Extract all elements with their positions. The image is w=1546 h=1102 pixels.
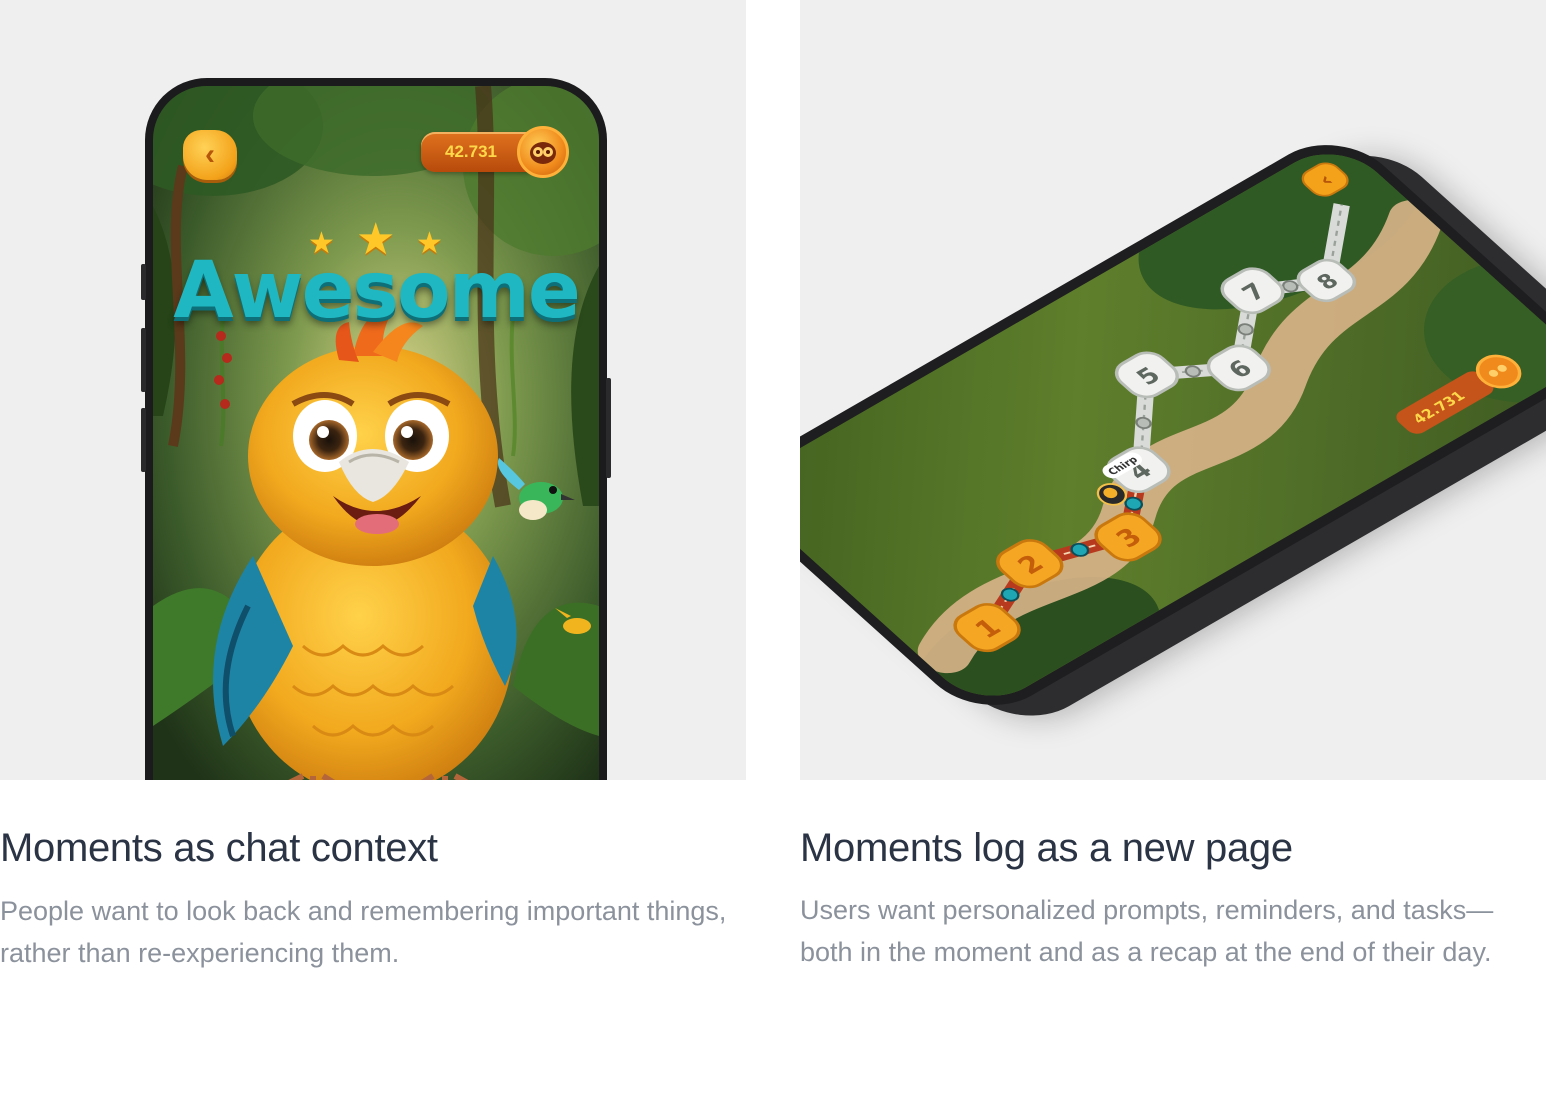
jungle-background [153,86,599,780]
power-button [606,378,611,478]
right-image-panel: 1 2 3 4 5 6 7 8 Chirp ‹ 42.731 [800,0,1546,780]
mute-switch [141,264,146,300]
right-card-description: Users want personalized prompts, reminde… [800,895,1494,967]
level-map: 1 2 3 4 5 6 7 8 Chirp ‹ 42.731 [910,137,1546,713]
left-card-title: Moments as chat context [0,826,438,870]
left-image-panel: ‹ 42.731 ★ ★ ★ Awesome [0,0,746,780]
level-map-screen: 1 2 3 4 5 6 7 8 Chirp ‹ 42.731 [800,137,1546,713]
volume-up-button [141,328,146,392]
mascot-face-icon [530,142,556,164]
awesome-headline: Awesome [173,246,581,336]
back-button[interactable]: ‹ [183,130,237,180]
volume-down-button [141,408,146,472]
awesome-screen: ‹ 42.731 ★ ★ ★ Awesome [153,86,599,780]
coin-balance-value: 42.731 [445,142,497,161]
right-card-title: Moments log as a new page [800,826,1293,870]
phone-mockup: ‹ 42.731 ★ ★ ★ Awesome [141,78,611,780]
mascot-coin-icon[interactable] [517,126,569,178]
left-card-description: People want to look back and remembering… [0,896,727,968]
chevron-left-icon: ‹ [205,138,215,171]
phone-frame: 1 2 3 4 5 6 7 8 Chirp ‹ 42.731 [800,125,1546,725]
